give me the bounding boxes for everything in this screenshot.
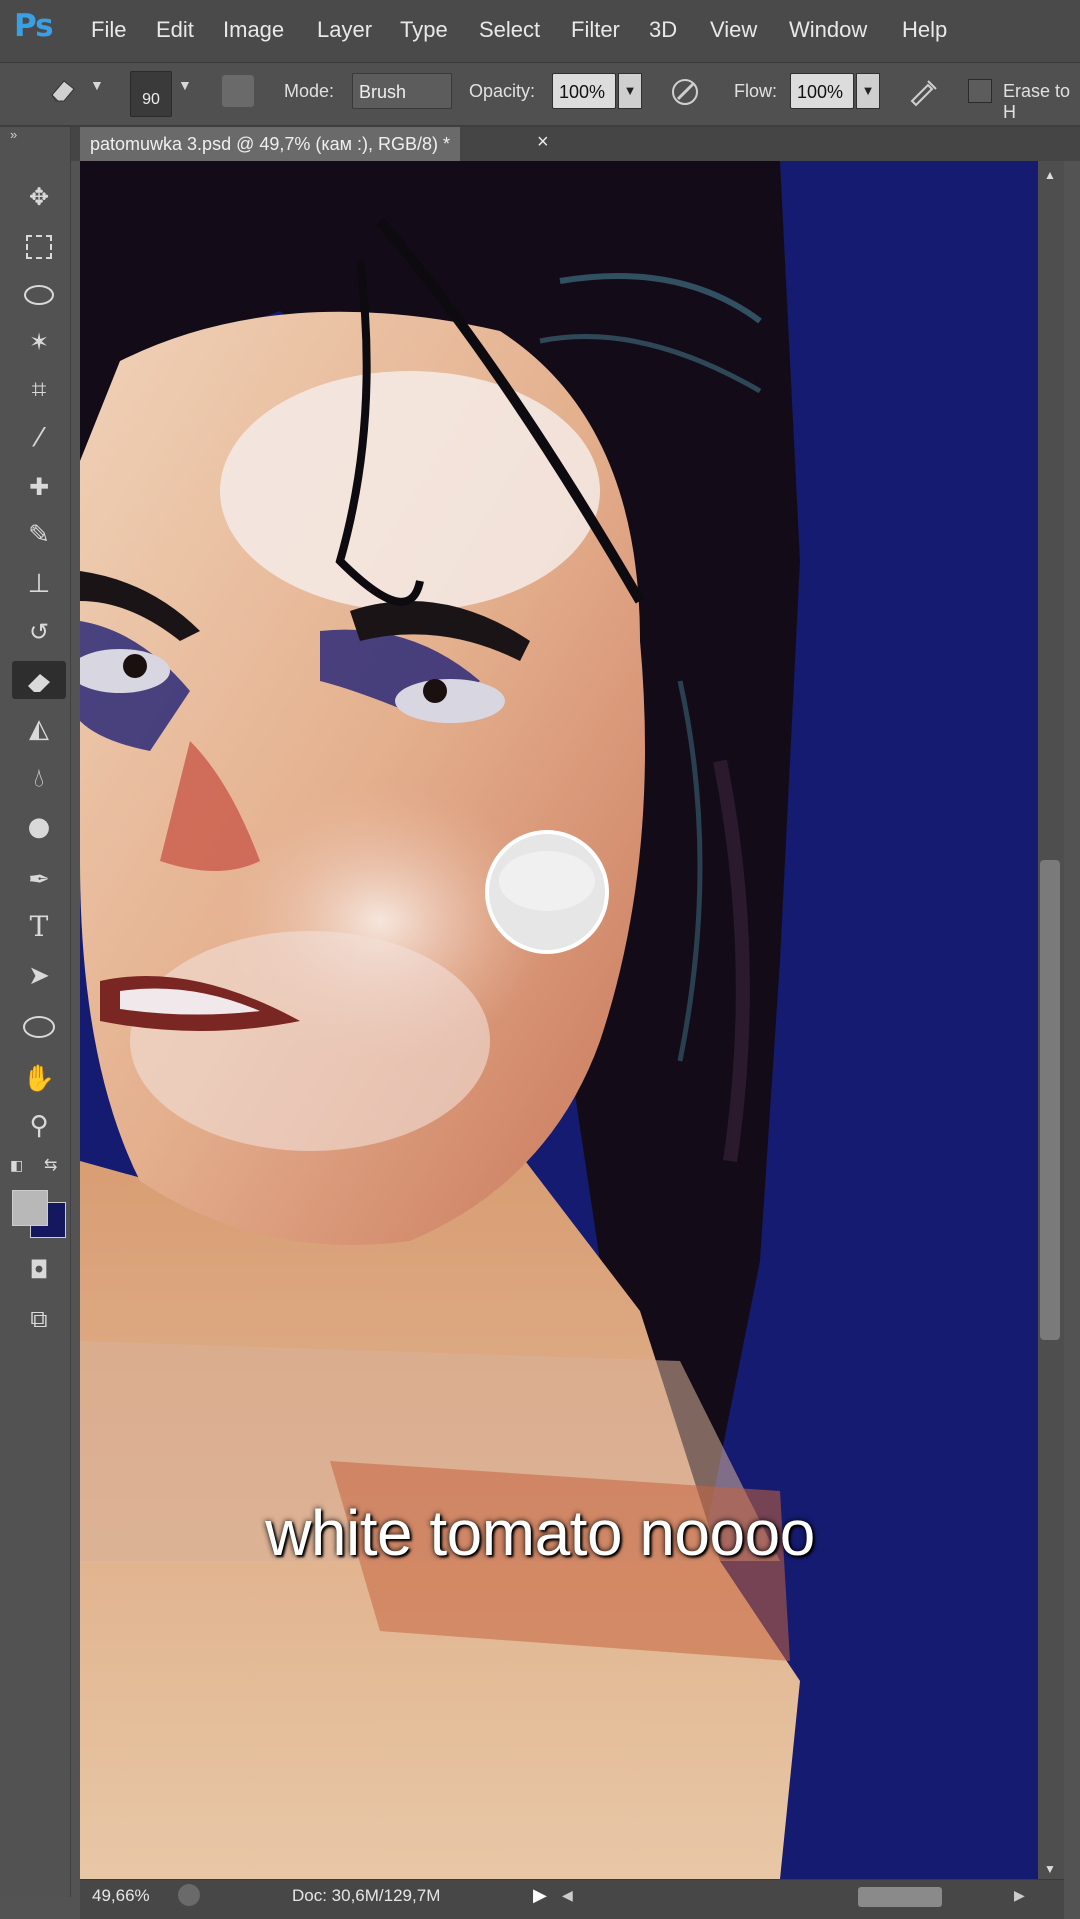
- close-tab-icon[interactable]: ×: [537, 131, 549, 154]
- healing-brush-tool-icon[interactable]: ✚: [12, 468, 66, 506]
- swap-colors-icon[interactable]: ⇆: [44, 1155, 57, 1175]
- flow-label: Flow:: [734, 81, 778, 101]
- marquee-tool-icon[interactable]: [12, 227, 66, 265]
- tools-panel: » ✥ ✶ ⌗ ⁄ ✚ ✎ ⊥ ↺ ◭ 💧︎ ● ✒ T ➤ ✋ ⚲ ◧ ⇆ ◘…: [0, 127, 71, 1897]
- magic-wand-tool-icon[interactable]: ✶: [12, 323, 66, 361]
- photoshop-logo: Ps: [14, 8, 54, 44]
- menu-view[interactable]: View: [710, 17, 757, 43]
- video-caption: white tomato noooo: [265, 1497, 815, 1569]
- painting-artwork: [80, 161, 1048, 1879]
- paint-bucket-tool-icon[interactable]: ◭: [12, 710, 66, 748]
- scroll-right-icon[interactable]: ▶: [1014, 1887, 1025, 1904]
- menu-filter[interactable]: Filter: [571, 17, 620, 43]
- menu-bar: Ps File Edit Image Layer Type Select Fil…: [0, 0, 1080, 63]
- opacity-input[interactable]: 100%: [552, 73, 616, 109]
- crop-tool-icon[interactable]: ⌗: [12, 371, 66, 409]
- document-size: Doc: 30,6M/129,7M: [292, 1886, 441, 1905]
- airbrush-icon[interactable]: [906, 75, 940, 116]
- scroll-left-icon[interactable]: ◀: [562, 1887, 573, 1904]
- erase-to-history-checkbox[interactable]: [968, 79, 992, 103]
- history-brush-tool-icon[interactable]: ↺: [12, 613, 66, 651]
- mode-select[interactable]: Brush: [352, 73, 452, 109]
- menu-edit[interactable]: Edit: [156, 17, 194, 43]
- eraser-tool-icon[interactable]: [12, 661, 66, 699]
- pen-tool-icon[interactable]: ✒: [12, 861, 66, 899]
- move-tool-icon[interactable]: ✥: [12, 178, 66, 216]
- status-menu-arrow-icon[interactable]: ▶: [533, 1885, 547, 1906]
- foreground-color-swatch[interactable]: [12, 1190, 48, 1226]
- status-info-icon[interactable]: [178, 1884, 200, 1906]
- scrollbar-thumb[interactable]: [1040, 860, 1060, 1340]
- quick-mask-icon[interactable]: ◘: [12, 1251, 66, 1289]
- brush-panel-toggle-icon[interactable]: [222, 75, 254, 107]
- blur-tool-icon[interactable]: 💧︎: [12, 759, 66, 797]
- path-selection-tool-icon[interactable]: ➤: [12, 957, 66, 995]
- menu-layer[interactable]: Layer: [317, 17, 372, 43]
- document-tab[interactable]: patomuwka 3.psd @ 49,7% (кам :), RGB/8) …: [80, 127, 461, 161]
- opacity-label: Opacity:: [469, 81, 536, 101]
- scroll-up-icon[interactable]: ▲: [1044, 168, 1056, 182]
- menu-type[interactable]: Type: [400, 17, 448, 43]
- dodge-tool-icon[interactable]: ●: [12, 808, 66, 846]
- scroll-down-icon[interactable]: ▼: [1044, 1862, 1056, 1876]
- opacity-dropdown-icon[interactable]: ▼: [618, 73, 642, 109]
- menu-3d[interactable]: 3D: [649, 17, 677, 43]
- type-tool-icon[interactable]: T: [12, 908, 66, 946]
- options-bar: ▼ 90 ▼ Mode: Brush Opacity: 100% ▼ Flow:…: [0, 63, 1080, 127]
- erase-to-history-label: Erase to H: [1003, 81, 1071, 122]
- screen-mode-icon[interactable]: ⧉: [12, 1300, 66, 1338]
- hand-tool-icon[interactable]: ✋: [12, 1060, 66, 1098]
- brush-picker-dropdown-icon[interactable]: ▼: [178, 77, 192, 93]
- eraser-icon[interactable]: [46, 73, 80, 114]
- default-colors-icon[interactable]: ◧: [10, 1157, 23, 1174]
- flow-dropdown-icon[interactable]: ▼: [856, 73, 880, 109]
- tool-preset-dropdown-icon[interactable]: ▼: [90, 77, 104, 93]
- brush-tool-icon[interactable]: ✎: [12, 516, 66, 554]
- document-canvas[interactable]: [80, 161, 1048, 1879]
- mode-label: Mode:: [284, 81, 335, 101]
- menu-window[interactable]: Window: [789, 17, 867, 43]
- ellipse-tool-icon[interactable]: [12, 1007, 66, 1045]
- menu-file[interactable]: File: [91, 17, 126, 43]
- menu-image[interactable]: Image: [223, 17, 284, 43]
- flow-input[interactable]: 100%: [790, 73, 854, 109]
- menu-help[interactable]: Help: [902, 17, 947, 43]
- zoom-tool-icon[interactable]: ⚲: [12, 1107, 66, 1145]
- lasso-tool-icon[interactable]: [12, 275, 66, 313]
- brush-size-preview[interactable]: 90: [130, 71, 172, 117]
- collapse-panel-icon[interactable]: »: [10, 127, 17, 142]
- clone-stamp-tool-icon[interactable]: ⊥: [12, 565, 66, 603]
- horizontal-scrollbar-thumb[interactable]: [858, 1887, 942, 1907]
- eyedropper-tool-icon[interactable]: ⁄: [12, 419, 66, 457]
- zoom-level[interactable]: 49,66%: [92, 1886, 150, 1906]
- pressure-opacity-icon[interactable]: [668, 75, 702, 116]
- menu-select[interactable]: Select: [479, 17, 540, 43]
